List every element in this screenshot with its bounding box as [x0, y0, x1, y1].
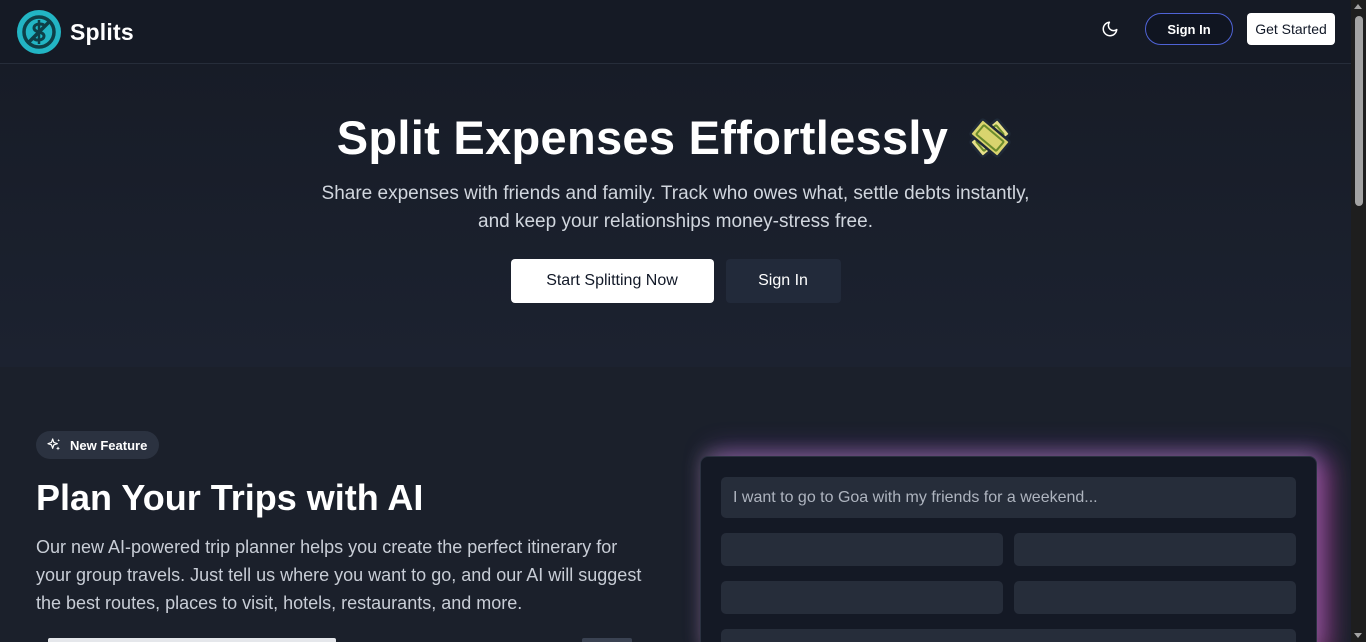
skeleton-block	[721, 629, 1296, 642]
ai-trip-feature-section: New Feature Plan Your Trips with AI Our …	[0, 367, 1351, 642]
navbar: Splits Sign In Get Started	[0, 0, 1351, 64]
badge-label: New Feature	[70, 437, 148, 453]
scroll-down-icon[interactable]	[1354, 633, 1362, 638]
feature-description: Our new AI-powered trip planner helps yo…	[36, 533, 656, 617]
page-scrollbar[interactable]	[1351, 0, 1366, 642]
new-feature-badge: New Feature	[36, 431, 160, 459]
skeleton-block	[721, 533, 1003, 566]
hero-subtitle: Share expenses with friends and family. …	[0, 180, 1351, 236]
feature-primary-button[interactable]	[48, 638, 336, 642]
moon-icon	[1102, 21, 1118, 37]
skeleton-block	[1014, 533, 1296, 566]
sparkles-icon	[47, 438, 60, 451]
hero-title: Split Expenses Effortlessly	[336, 111, 949, 164]
nav-actions: Sign In Get Started	[1095, 13, 1335, 45]
get-started-button[interactable]: Get Started	[1247, 13, 1335, 45]
feature-description-line: Our new AI-powered trip planner helps yo…	[36, 537, 618, 557]
skeleton-block	[1014, 581, 1296, 614]
feature-secondary-button[interactable]	[582, 638, 632, 642]
nav-sign-in-button[interactable]: Sign In	[1145, 13, 1233, 45]
trip-prompt-input[interactable]	[721, 477, 1296, 518]
hero-section: Split Expenses Effortlessly Share expens…	[0, 64, 1351, 367]
brand[interactable]: Splits	[17, 10, 134, 54]
ai-planner-preview-card	[700, 456, 1317, 642]
skeleton-block	[721, 581, 1003, 614]
dollar-slash-icon	[17, 10, 61, 54]
scroll-up-icon[interactable]	[1354, 4, 1362, 9]
hero-subtitle-line: and keep your relationships money-stress…	[478, 211, 873, 232]
feature-description-line: the best routes, places to visit, hotels…	[36, 593, 523, 613]
feature-title: Plan Your Trips with AI	[36, 477, 424, 518]
hero-subtitle-line: Share expenses with friends and family. …	[321, 183, 1030, 204]
start-splitting-button[interactable]: Start Splitting Now	[510, 259, 714, 303]
scroll-thumb[interactable]	[1355, 16, 1363, 206]
money-emoji-icon	[969, 117, 1011, 158]
theme-toggle-button[interactable]	[1095, 14, 1125, 44]
feature-description-line: your group travels. Just tell us where y…	[36, 565, 642, 585]
hero-buttons: Start Splitting Now Sign In	[0, 259, 1351, 303]
hero-sign-in-button[interactable]: Sign In	[725, 259, 841, 303]
brand-name: Splits	[70, 18, 134, 45]
hero-title-row: Split Expenses Effortlessly	[0, 110, 1351, 165]
